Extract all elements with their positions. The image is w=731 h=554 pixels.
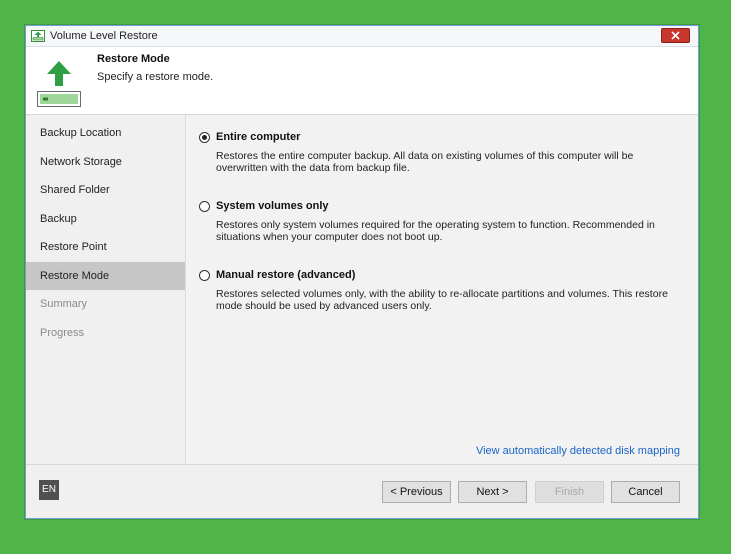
wizard-steps-sidebar: Backup Location Network Storage Shared F… (26, 115, 185, 467)
step-summary: Summary (40, 298, 88, 310)
step-restore-point[interactable]: Restore Point (26, 233, 185, 262)
radio-button[interactable] (199, 200, 210, 212)
radio-button[interactable] (199, 269, 210, 281)
step-shared-folder[interactable]: Shared Folder (26, 176, 185, 205)
close-button[interactable] (661, 28, 690, 43)
title-bar: Volume Level Restore (26, 26, 698, 47)
option-description: Restores selected volumes only, with the… (216, 288, 668, 312)
previous-button[interactable]: < Previous (382, 481, 451, 503)
green-up-arrow-icon (37, 61, 81, 107)
restore-wizard-window: Volume Level Restore Restore Mode Specif… (25, 25, 699, 519)
restore-app-icon (31, 30, 45, 42)
finish-button: Finish (535, 481, 604, 503)
option-entire-computer: Entire computer Restores the entire comp… (199, 131, 679, 174)
radio-system-volumes[interactable]: System volumes only (199, 200, 679, 212)
disk-mapping-link[interactable]: View automatically detected disk mapping (476, 445, 680, 457)
option-label[interactable]: System volumes only (216, 200, 329, 212)
option-label[interactable]: Manual restore (advanced) (216, 269, 355, 281)
language-indicator[interactable]: EN (39, 480, 59, 500)
next-button[interactable]: Next > (458, 481, 527, 503)
cancel-button[interactable]: Cancel (611, 481, 680, 503)
option-description: Restores the entire computer backup. All… (216, 150, 634, 174)
radio-entire-computer[interactable]: Entire computer (199, 131, 679, 143)
step-restore-mode[interactable]: Restore Mode (26, 261, 185, 290)
option-label[interactable]: Entire computer (216, 131, 300, 143)
option-manual-restore: Manual restore (advanced) Restores selec… (199, 269, 679, 312)
window-title: Volume Level Restore (50, 30, 158, 42)
radio-manual-restore[interactable]: Manual restore (advanced) (199, 269, 679, 281)
step-backup-location[interactable]: Backup Location (26, 119, 185, 148)
option-description: Restores only system volumes required fo… (216, 219, 655, 243)
wizard-footer: EN < Previous Next > Finish Cancel (26, 464, 698, 518)
page-title: Restore Mode (97, 53, 170, 65)
wizard-header: Restore Mode Specify a restore mode. (26, 47, 698, 115)
step-progress: Progress (40, 326, 85, 339)
option-system-volumes: System volumes only Restores only system… (199, 200, 679, 243)
step-backup[interactable]: Backup (26, 205, 185, 234)
close-icon (671, 31, 680, 40)
step-network-storage[interactable]: Network Storage (26, 148, 185, 177)
page-subtitle: Specify a restore mode. (97, 71, 214, 83)
restore-mode-panel: Entire computer Restores the entire comp… (185, 115, 698, 467)
radio-button[interactable] (199, 131, 210, 143)
